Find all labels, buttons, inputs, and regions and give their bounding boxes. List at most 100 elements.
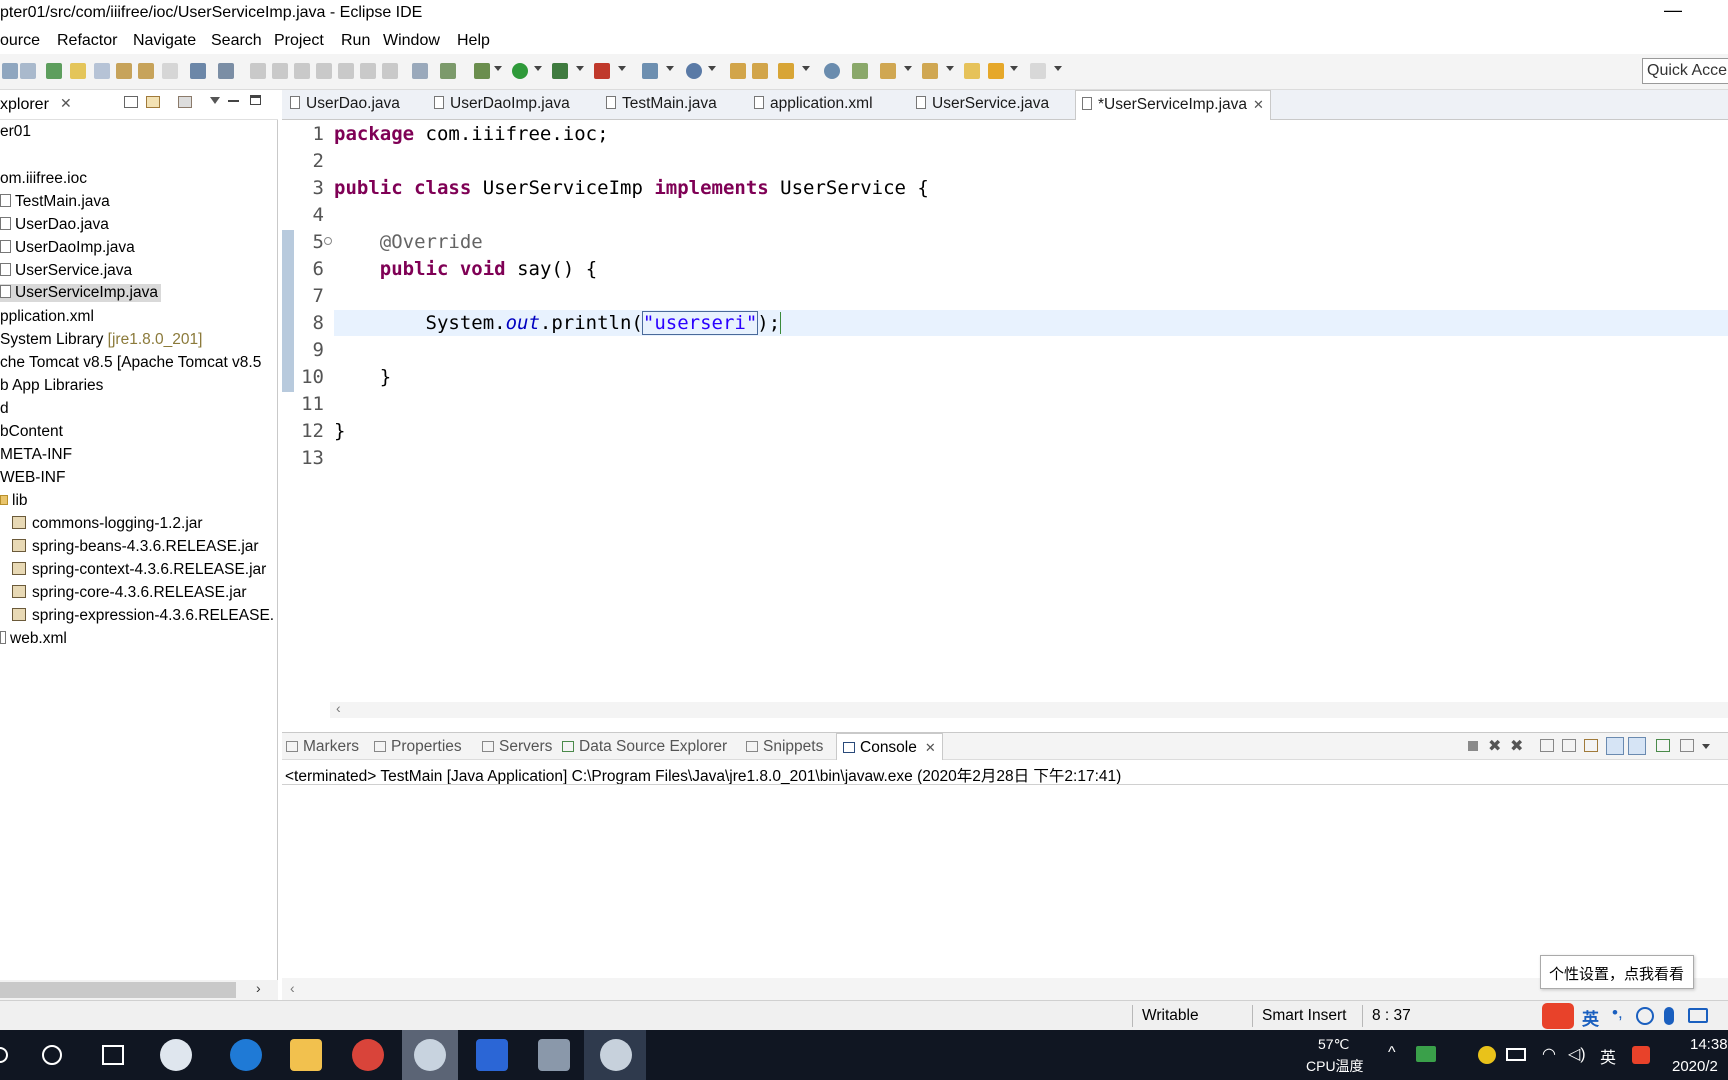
back-dropdown-icon[interactable] xyxy=(1010,66,1018,71)
tab-snippets[interactable]: Snippets xyxy=(746,738,823,756)
new-server-dropdown-icon[interactable] xyxy=(666,66,674,71)
debug-dropdown-icon[interactable] xyxy=(494,66,502,71)
tab-userdaoimp[interactable]: UserDaoImp.java xyxy=(428,90,576,120)
new-class-dropdown-icon[interactable] xyxy=(708,66,716,71)
globe-icon[interactable] xyxy=(824,63,840,79)
outline-icon[interactable] xyxy=(412,63,428,79)
tree-web-app-libraries[interactable]: b App Libraries xyxy=(0,377,103,395)
close-tab-icon[interactable]: ✕ xyxy=(925,740,936,755)
tree-web-xml[interactable]: web.xml xyxy=(0,630,67,648)
show-on-stdout-icon[interactable] xyxy=(1606,737,1624,755)
hierarchy-icon[interactable] xyxy=(440,63,456,79)
ime-logo-icon[interactable] xyxy=(1542,1003,1574,1029)
view-menu-icon[interactable] xyxy=(210,97,220,104)
tree-jre-library[interactable]: System Library [jre1.8.0_201] xyxy=(0,331,202,349)
new-class-icon[interactable] xyxy=(686,63,702,79)
quick-access-input[interactable]: Quick Acce xyxy=(1642,58,1728,84)
explorer-title[interactable]: xplorer xyxy=(0,96,49,114)
tray-app-icon[interactable] xyxy=(1478,1046,1496,1064)
eclipse-icon[interactable] xyxy=(600,1039,632,1071)
remove-launch-icon[interactable]: ✖ xyxy=(1488,736,1501,756)
console-output[interactable]: <terminated> TestMain [Java Application]… xyxy=(282,760,1728,980)
tab-servers[interactable]: Servers xyxy=(482,738,552,756)
back-icon[interactable] xyxy=(988,63,1004,79)
scroll-lock-icon[interactable] xyxy=(1562,739,1576,752)
disconnect-icon[interactable] xyxy=(316,63,332,79)
menu-help[interactable]: Help xyxy=(457,32,490,50)
wps-icon[interactable] xyxy=(476,1039,508,1071)
link-editor-icon[interactable] xyxy=(146,96,160,108)
toggle-block-icon[interactable] xyxy=(94,63,110,79)
ime-lang-icon[interactable]: 英 xyxy=(1582,1005,1599,1030)
microphone-icon[interactable] xyxy=(1664,1007,1674,1025)
show-on-stderr-icon[interactable] xyxy=(1628,737,1646,755)
xiu-app-icon[interactable] xyxy=(352,1039,384,1071)
display-console-icon[interactable] xyxy=(1680,739,1694,752)
tray-app-icon[interactable] xyxy=(1416,1046,1436,1062)
tree-webcontent[interactable]: bContent xyxy=(0,423,63,441)
save-all-icon[interactable] xyxy=(20,63,36,79)
prev-annotation-icon[interactable] xyxy=(138,63,154,79)
recorder-app-icon[interactable] xyxy=(414,1039,446,1071)
tab-properties[interactable]: Properties xyxy=(374,738,462,756)
coverage-icon[interactable] xyxy=(552,63,568,79)
terminal-icon[interactable] xyxy=(190,63,206,79)
volume-icon[interactable]: ◁) xyxy=(1568,1044,1586,1064)
display-console-dropdown-icon[interactable] xyxy=(1702,744,1710,749)
show-whitespace-icon[interactable] xyxy=(162,63,178,79)
skip-breakpoints-icon[interactable] xyxy=(218,63,234,79)
menu-navigate[interactable]: Navigate xyxy=(133,32,196,50)
menu-source[interactable]: ource xyxy=(0,32,40,50)
file-explorer-icon[interactable] xyxy=(290,1039,322,1071)
ime-language[interactable]: 英 xyxy=(1600,1044,1616,1068)
code-editor[interactable]: 1 2 3 4 5 6 7 8 9 10 11 12 13 package co… xyxy=(282,120,1728,718)
toggle-mark-occurrences-icon[interactable] xyxy=(70,63,86,79)
ime-logo-icon[interactable] xyxy=(1632,1046,1650,1064)
tab-userservice[interactable]: UserService.java xyxy=(910,90,1055,120)
step-over-icon[interactable] xyxy=(360,63,376,79)
keyboard-icon[interactable] xyxy=(1688,1008,1708,1023)
tree-file-userservice[interactable]: UserService.java xyxy=(0,262,132,280)
tray-expand-icon[interactable]: ^ xyxy=(1388,1044,1396,1062)
remove-all-icon[interactable]: ✖ xyxy=(1510,736,1523,756)
console-scrollbar[interactable]: ‹ xyxy=(282,978,1728,1000)
terminate-icon[interactable] xyxy=(1468,741,1478,751)
open-task-icon[interactable] xyxy=(752,63,768,79)
tab-userserviceimp[interactable]: *UserServiceImp.java ✕ xyxy=(1075,90,1271,120)
forward-dropdown-icon[interactable] xyxy=(1054,66,1062,71)
suspend-icon[interactable] xyxy=(272,63,288,79)
tree-project[interactable]: er01 xyxy=(0,123,31,141)
battery-icon[interactable] xyxy=(1506,1048,1526,1061)
tree-tomcat-library[interactable]: che Tomcat v8.5 [Apache Tomcat v8.5 xyxy=(0,354,261,372)
status-cursor-position[interactable]: 8 : 37 xyxy=(1372,1007,1411,1025)
close-icon[interactable]: ✕ xyxy=(60,95,72,112)
next-edit-icon[interactable] xyxy=(880,63,896,79)
tab-application-xml[interactable]: application.xml xyxy=(748,90,879,120)
last-edit-icon[interactable] xyxy=(964,63,980,79)
prev-edit-dropdown-icon[interactable] xyxy=(946,66,954,71)
tree-jar[interactable]: spring-expression-4.3.6.RELEASE. xyxy=(12,607,274,625)
explorer-scrollbar[interactable]: › xyxy=(0,980,278,1000)
next-edit-dropdown-icon[interactable] xyxy=(904,66,912,71)
terminate-icon[interactable] xyxy=(294,63,310,79)
tree-file-userserviceimp[interactable]: UserServiceImp.java xyxy=(0,284,161,302)
scroll-left-icon[interactable]: ‹ xyxy=(290,980,295,996)
tree-jar[interactable]: spring-beans-4.3.6.RELEASE.jar xyxy=(12,538,259,556)
clear-console-icon[interactable] xyxy=(1540,739,1554,752)
tree-jar[interactable]: spring-core-4.3.6.RELEASE.jar xyxy=(12,584,247,602)
new-icon[interactable] xyxy=(46,63,62,79)
start-icon[interactable] xyxy=(0,1047,8,1063)
close-tab-icon[interactable]: ✕ xyxy=(1253,97,1264,112)
menu-run[interactable]: Run xyxy=(341,32,370,50)
step-into-icon[interactable] xyxy=(338,63,354,79)
annotation-icon[interactable] xyxy=(852,63,868,79)
search-icon[interactable] xyxy=(42,1045,62,1065)
fold-icon[interactable] xyxy=(324,237,332,245)
tree-package[interactable]: om.iiifree.ioc xyxy=(0,170,87,188)
resume-icon[interactable] xyxy=(250,63,266,79)
status-insert-mode[interactable]: Smart Insert xyxy=(1262,1007,1346,1025)
next-annotation-icon[interactable] xyxy=(116,63,132,79)
step-return-icon[interactable] xyxy=(382,63,398,79)
clock-time[interactable]: 14:38 xyxy=(1690,1036,1728,1053)
tree-jar[interactable]: spring-context-4.3.6.RELEASE.jar xyxy=(12,561,266,579)
